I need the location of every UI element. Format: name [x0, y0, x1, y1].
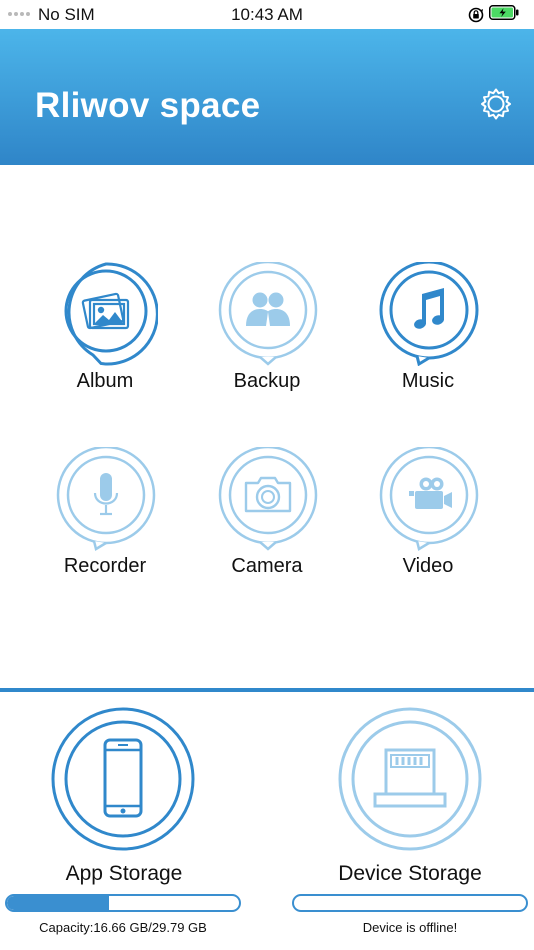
app-storage-capacity: Capacity:16.66 GB/29.79 GB	[39, 920, 207, 935]
backup-icon	[218, 262, 318, 366]
album-label: Album	[76, 370, 134, 392]
backup-tile[interactable]: Backup	[192, 262, 342, 422]
page-title: Rliwov space	[35, 86, 261, 125]
battery-icon	[489, 5, 519, 20]
app-header: Rliwov space	[0, 29, 534, 165]
camera-icon	[218, 447, 318, 551]
video-label: Video	[402, 555, 454, 577]
device-storage-icon[interactable]	[338, 707, 482, 851]
recorder-tile[interactable]: Recorder	[30, 447, 180, 607]
section-divider	[0, 688, 534, 692]
music-icon	[379, 262, 479, 366]
app-storage-phone-icon[interactable]	[51, 707, 195, 851]
settings-gear-icon[interactable]	[479, 87, 513, 121]
video-camera-icon	[379, 447, 479, 551]
app-storage-progress-fill	[7, 896, 110, 910]
device-status: Device is offline!	[362, 920, 458, 935]
device-storage-progress-bar	[292, 894, 528, 912]
album-tile[interactable]: Album	[30, 262, 180, 422]
camera-tile[interactable]: Camera	[192, 447, 342, 607]
app-storage-progress-bar	[5, 894, 241, 912]
music-label: Music	[401, 370, 455, 392]
status-time: 10:43 AM	[231, 5, 303, 24]
app-storage-label: App Storage	[65, 862, 183, 885]
music-tile[interactable]: Music	[353, 262, 503, 422]
backup-label: Backup	[233, 370, 301, 392]
video-tile[interactable]: Video	[353, 447, 503, 607]
recorder-label: Recorder	[63, 555, 147, 577]
device-storage-label: Device Storage	[338, 862, 482, 885]
album-icon	[64, 262, 158, 366]
status-bar: No SIM 10:43 AM	[0, 0, 534, 29]
rotation-lock-icon	[468, 7, 484, 23]
camera-label: Camera	[231, 555, 303, 577]
microphone-icon	[56, 447, 156, 551]
